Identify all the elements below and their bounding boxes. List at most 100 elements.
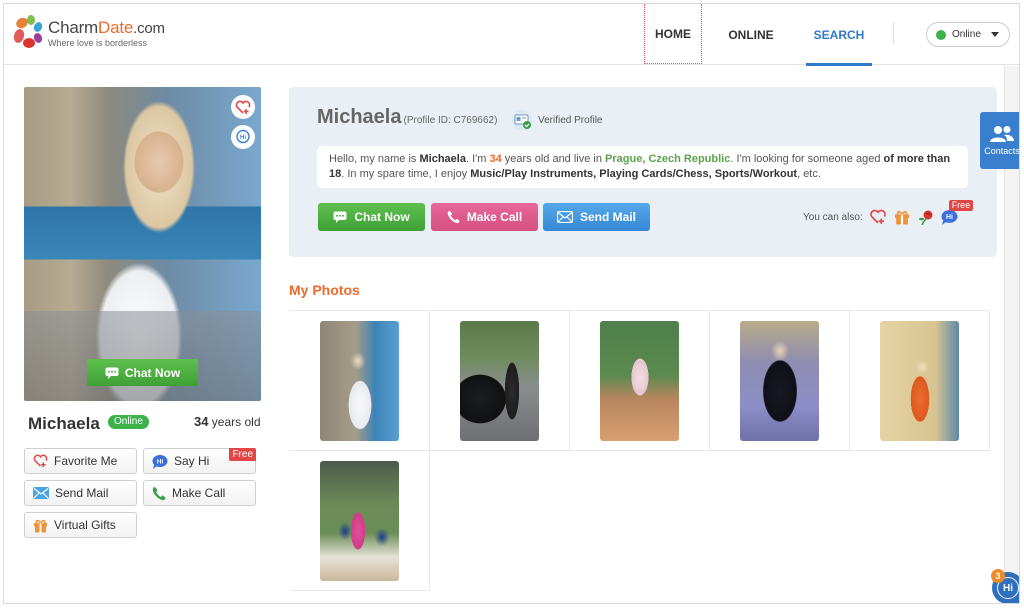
photo-chat-now-label: Chat Now [124,365,181,380]
you-can-also: You can also: Hi Free [803,200,974,226]
brand-name[interactable]: CharmDate.com [48,18,165,38]
chat-bubble-icon [105,367,119,379]
phone-icon [152,486,166,500]
verified-profile[interactable]: Verified Profile [511,109,602,131]
svg-text:Hi: Hi [240,135,246,141]
hi-count-badge: 3 [991,569,1005,583]
photo-cell [290,451,430,591]
make-call-label: Make Call [466,210,523,224]
bio-text: , etc. [797,168,821,180]
profile-info-panel: Michaela (Profile ID: C769662) Verified P… [289,87,997,257]
also-say-hi-button[interactable]: Hi Free [941,200,974,226]
main-profile-photo[interactable]: Hi Chat Now [24,87,261,401]
also-rose-button[interactable] [917,208,935,226]
send-mail-button[interactable]: Send Mail [543,203,650,231]
virtual-gifts-label: Virtual Gifts [54,518,116,532]
hi-bubble-icon: Hi [152,454,168,469]
say-hi-label: Say Hi [174,454,210,468]
hi-bubble-icon: Hi [236,129,250,144]
chat-bubble-icon [333,211,347,223]
chat-now-button[interactable]: Chat Now [318,203,425,231]
photo-cell [570,311,710,451]
photo-thumbnail[interactable] [600,321,679,441]
panel-profile-name: Michaela (Profile ID: C769662) [317,106,497,129]
svg-text:Hi: Hi [946,214,953,221]
chat-now-label: Chat Now [354,210,410,224]
nav-divider [893,22,894,44]
photo-say-hi-button[interactable]: Hi [231,125,255,149]
say-hi-button[interactable]: Hi Say Hi Free [143,448,256,474]
bio-text: Hello, my name is [329,153,420,165]
virtual-gifts-button[interactable]: Virtual Gifts [24,512,137,538]
bio-text: . I'm looking for someone aged [730,153,884,165]
nav-online[interactable]: ONLINE [722,4,780,65]
make-call-button[interactable]: Make Call [431,203,538,231]
verified-label: Verified Profile [538,114,603,126]
brand-accent: Date [98,18,134,37]
heart-plus-icon [235,100,251,114]
profile-age: 34 years old [194,414,261,429]
phone-icon [447,210,460,224]
contacts-people-icon [990,126,1014,142]
photo-thumbnail[interactable] [880,321,959,441]
bio-interests: Music/Play Instruments, Playing Cards/Ch… [470,168,798,180]
photo-thumbnail[interactable] [320,321,399,441]
hi-bubble-icon: Hi [941,210,958,225]
status-dot-icon [936,29,946,40]
top-header: CharmDate.com Where love is borderless H… [4,4,1019,66]
page: CharmDate.com Where love is borderless H… [3,3,1020,604]
brand-tagline: Where love is borderless [48,38,148,48]
make-call-label: Make Call [172,486,226,500]
bio-text: years old and live in [501,153,606,165]
photo-grid [289,310,990,591]
brand-main: Charm [48,18,99,37]
heart-plus-icon [869,209,886,224]
make-call-button[interactable]: Make Call [143,480,256,506]
bio-location[interactable]: Prague, Czech Republic [605,153,730,165]
favorite-me-button[interactable]: Favorite Me [24,448,137,474]
photo-shade [24,311,261,401]
gift-icon [894,211,909,225]
photo-cell [850,311,990,451]
age-suffix: years old [208,415,261,429]
caret-down-icon [990,32,999,37]
heart-plus-icon [33,454,48,468]
photo-cell [430,311,570,451]
svg-text:Hi: Hi [157,458,164,465]
mail-icon [556,211,573,223]
send-mail-label: Send Mail [55,486,109,500]
photo-thumbnail[interactable] [740,321,819,441]
contacts-tab[interactable]: Contacts [980,112,1020,169]
contacts-label: Contacts [984,146,1020,156]
charmdate-logo-icon[interactable] [12,15,44,49]
panel-name-text: Michaela [317,106,402,128]
free-badge: Free [948,200,974,211]
photo-favorite-button[interactable] [231,95,255,119]
age-number: 34 [194,414,209,429]
favorite-me-label: Favorite Me [54,454,118,468]
photo-thumbnail[interactable] [460,321,539,441]
profile-id: (Profile ID: C769662) [403,115,498,126]
nav-home[interactable]: HOME [644,4,702,64]
nav-search[interactable]: SEARCH [806,4,872,66]
send-mail-button[interactable]: Send Mail [24,480,137,506]
bio-text: . In my spare time, I enjoy [341,168,471,180]
also-gift-button[interactable] [893,208,911,226]
bio-name: Michaela [419,153,466,165]
profile-name: Michaela [28,414,100,433]
online-status-select[interactable]: Online [926,22,1010,47]
gift-icon [34,519,47,533]
photo-thumbnail[interactable] [320,461,399,581]
photo-chat-now-button[interactable]: Chat Now [87,359,198,386]
online-badge: Online [108,415,149,429]
profile-bio: Hello, my name is Michaela. I'm 34 years… [317,146,968,188]
my-photos-title: My Photos [289,282,360,298]
verified-id-card-icon [511,109,533,131]
photo-cell [710,311,850,451]
free-badge: Free [229,448,256,461]
brand-suffix: .com [133,20,165,37]
photo-cell [290,311,430,451]
you-can-also-label: You can also: [803,211,863,223]
also-favorite-button[interactable] [869,208,887,226]
mail-icon [33,487,49,499]
